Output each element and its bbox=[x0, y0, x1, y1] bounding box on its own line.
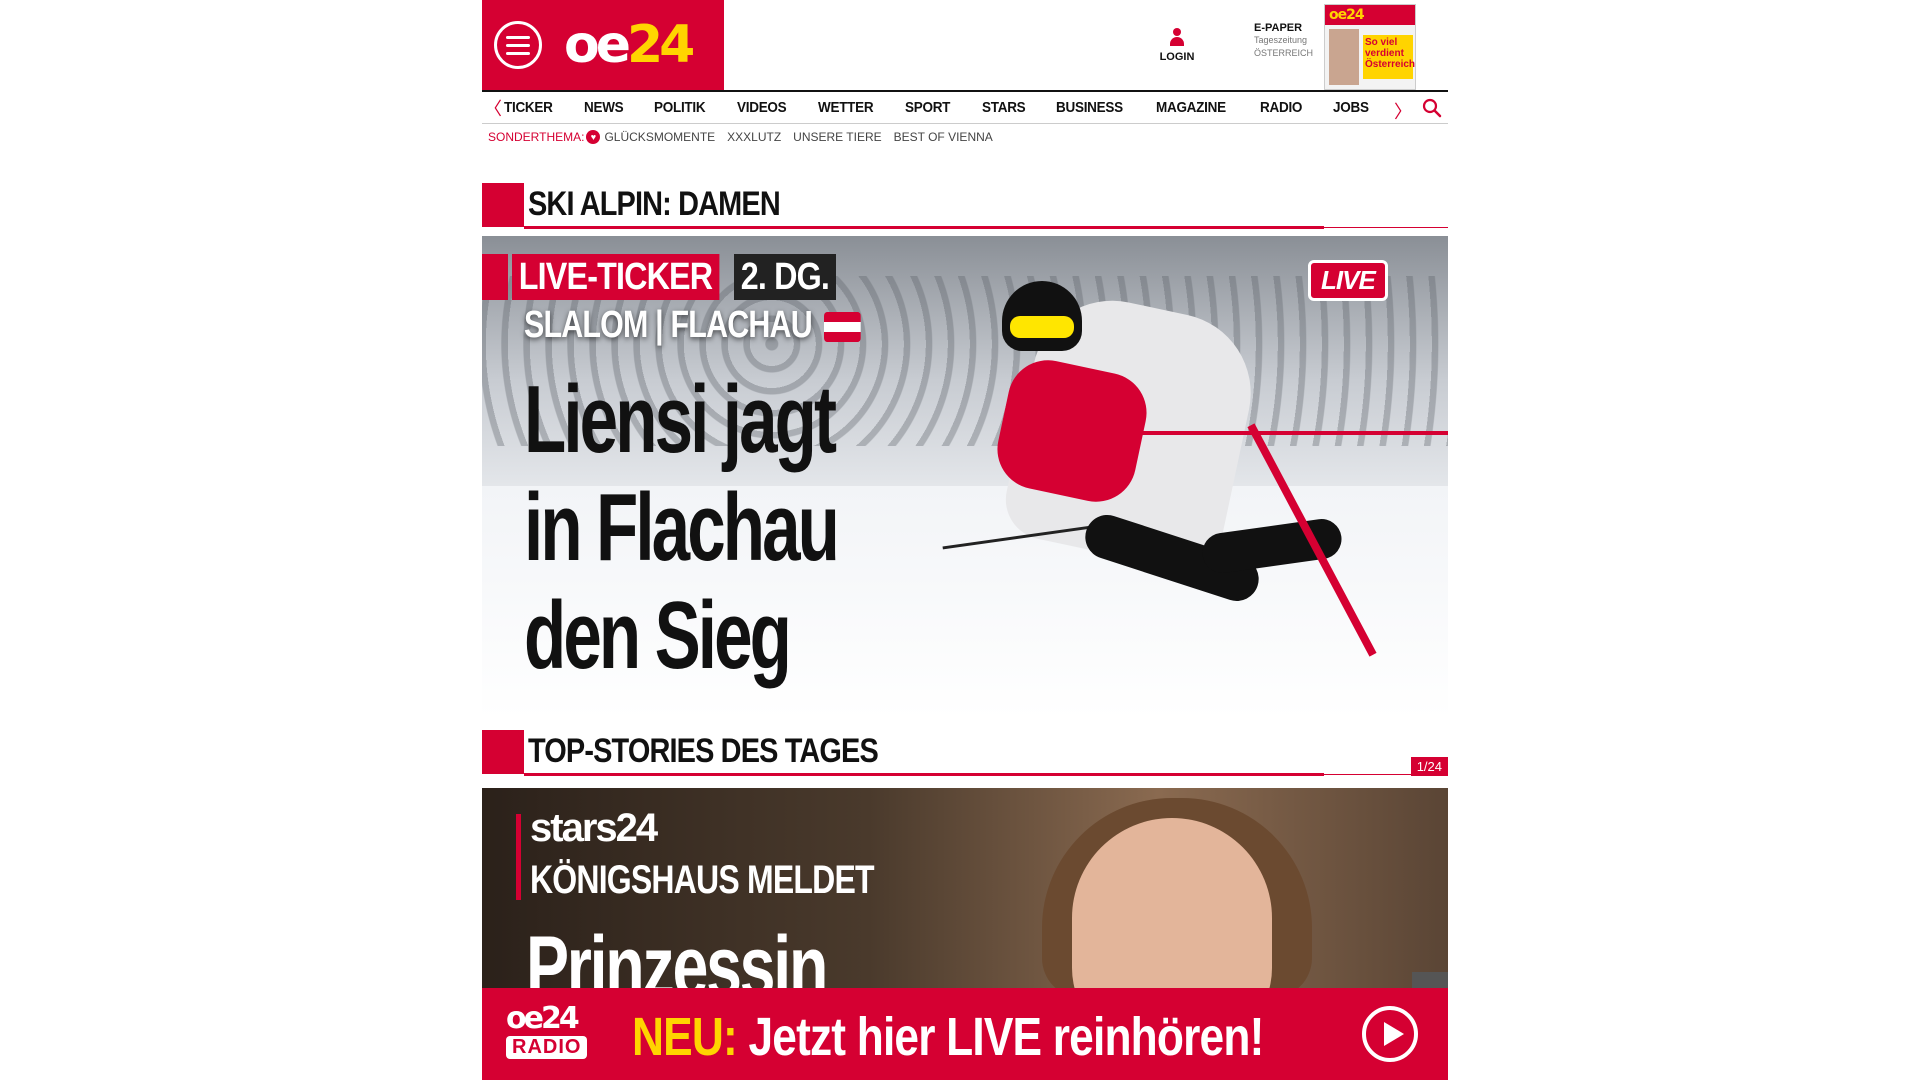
nav-item-sport[interactable]: SPORT bbox=[905, 99, 950, 116]
epaper-sub2: ÖSTERREICH bbox=[1254, 48, 1314, 58]
nav-items: TICKER NEWS POLITIK VIDEOS WETTER SPORT STARS B… bbox=[504, 99, 1448, 116]
live-ticker-tag: LIVE-TICKER bbox=[482, 254, 756, 300]
hero-headline-line: Liensi jagt bbox=[524, 366, 837, 473]
hero-story[interactable]: LIVE-TICKER 2. DG. SLALOM | FLACHAU Lien… bbox=[482, 236, 1448, 719]
cover-headline: So viel verdient Österreich bbox=[1363, 35, 1415, 79]
epaper-sub1: Tageszeitung bbox=[1254, 35, 1308, 45]
cover-masthead: oe24 bbox=[1325, 5, 1415, 25]
login-button[interactable]: LOGIN bbox=[1157, 28, 1197, 63]
main-nav: 〈 TICKER NEWS POLITIK VIDEOS WETTER SPORT STAR… bbox=[482, 90, 1448, 124]
oe24-logo[interactable]: oe24 bbox=[564, 19, 695, 71]
hero-day-label: 2. DG. bbox=[734, 254, 836, 300]
play-icon[interactable] bbox=[1362, 1006, 1418, 1062]
oe24-radio-logo: oe24 RADIO bbox=[506, 1004, 606, 1066]
nav-item-jobs[interactable]: JOBS bbox=[1333, 99, 1369, 116]
cover-photo bbox=[1329, 29, 1359, 85]
story-headline: Prinzessin bbox=[526, 919, 828, 988]
chevron-right-icon[interactable]: 〉 bbox=[1394, 98, 1412, 124]
story-kicker: KÖNIGSHAUS MELDET bbox=[530, 858, 875, 902]
hero-subtitle: SLALOM | FLACHAU bbox=[524, 304, 862, 347]
nav-item-news[interactable]: NEWS bbox=[584, 99, 624, 116]
section-title[interactable]: SKI ALPIN: DAMEN bbox=[528, 185, 781, 224]
user-icon bbox=[1170, 28, 1184, 48]
epaper-link[interactable]: E-PAPER Tageszeitung ÖSTERREICH bbox=[1254, 22, 1318, 60]
nav-item-videos[interactable]: VIDEOS bbox=[737, 99, 787, 116]
epaper-title: E-PAPER bbox=[1254, 22, 1303, 34]
sub-nav-item[interactable]: GLÜCKSMOMENTE bbox=[604, 130, 715, 144]
radio-banner[interactable]: oe24 RADIO NEU: Jetzt hier LIVE reinhöre… bbox=[482, 988, 1448, 1080]
radio-logo-label: RADIO bbox=[506, 1036, 588, 1059]
nav-item-radio[interactable]: RADIO bbox=[1260, 99, 1302, 116]
epaper-cover-image[interactable]: oe24 So viel verdient Österreich bbox=[1324, 4, 1416, 90]
sub-nav-item[interactable]: UNSERE TIERE bbox=[793, 130, 881, 144]
menu-button[interactable] bbox=[494, 21, 542, 69]
nav-item-magazine[interactable]: MAGAZINE bbox=[1156, 99, 1226, 116]
section-header-ski: SKI ALPIN: DAMEN bbox=[482, 183, 1448, 229]
sub-nav: SONDERTHEMA: ♥ GLÜCKSMOMENTE XXXLUTZ UNSER… bbox=[488, 130, 1005, 144]
hamburger-icon bbox=[506, 35, 530, 39]
nav-item-wetter[interactable]: WETTER bbox=[818, 99, 874, 116]
hero-headline-line: in Flachau bbox=[524, 474, 840, 581]
chevron-left-icon[interactable]: 〈 bbox=[482, 95, 504, 121]
login-label: LOGIN bbox=[1159, 51, 1195, 63]
nav-item-politik[interactable]: POLITIK bbox=[654, 99, 706, 116]
sub-nav-label: SONDERTHEMA: bbox=[488, 130, 585, 144]
hero-headline: Liensi jagt in Flachau den Sieg bbox=[524, 366, 898, 690]
nav-item-stars[interactable]: STARS bbox=[982, 99, 1026, 116]
sub-nav-item[interactable]: XXXLUTZ bbox=[727, 130, 781, 144]
sub-nav-items: GLÜCKSMOMENTE XXXLUTZ UNSERE TIERE BEST OF … bbox=[604, 130, 1004, 144]
scroll-top-button[interactable] bbox=[1412, 972, 1448, 988]
radio-text: NEU: Jetzt hier LIVE reinhören! bbox=[632, 1007, 1264, 1067]
sub-nav-item[interactable]: BEST OF VIENNA bbox=[894, 130, 993, 144]
search-icon[interactable] bbox=[1422, 98, 1444, 120]
stars24-brand: stars24 bbox=[530, 806, 658, 850]
section-title[interactable]: TOP-STORIES DES TAGES bbox=[528, 732, 879, 771]
live-badge: LIVE bbox=[1308, 260, 1388, 301]
logo-area: oe24 bbox=[482, 0, 724, 90]
story-counter: 1/24 bbox=[1410, 757, 1448, 776]
hero-headline-line: den Sieg bbox=[524, 582, 792, 689]
heart-icon: ♥ bbox=[586, 130, 601, 144]
austria-flag-icon bbox=[824, 311, 862, 342]
nav-item-business[interactable]: BUSINESS bbox=[1056, 99, 1123, 116]
live-ticker-label: LIVE-TICKER bbox=[512, 254, 720, 300]
nav-item-ticker[interactable]: TICKER bbox=[504, 99, 553, 116]
page: oe24 LOGIN E-PAPER Tageszeitung ÖSTERREI… bbox=[482, 0, 1448, 1080]
top-story-card[interactable]: stars24 KÖNIGSHAUS MELDET Prinzessin bbox=[482, 788, 1448, 988]
section-header-top-stories: TOP-STORIES DES TAGES 1/24 bbox=[482, 730, 1448, 776]
